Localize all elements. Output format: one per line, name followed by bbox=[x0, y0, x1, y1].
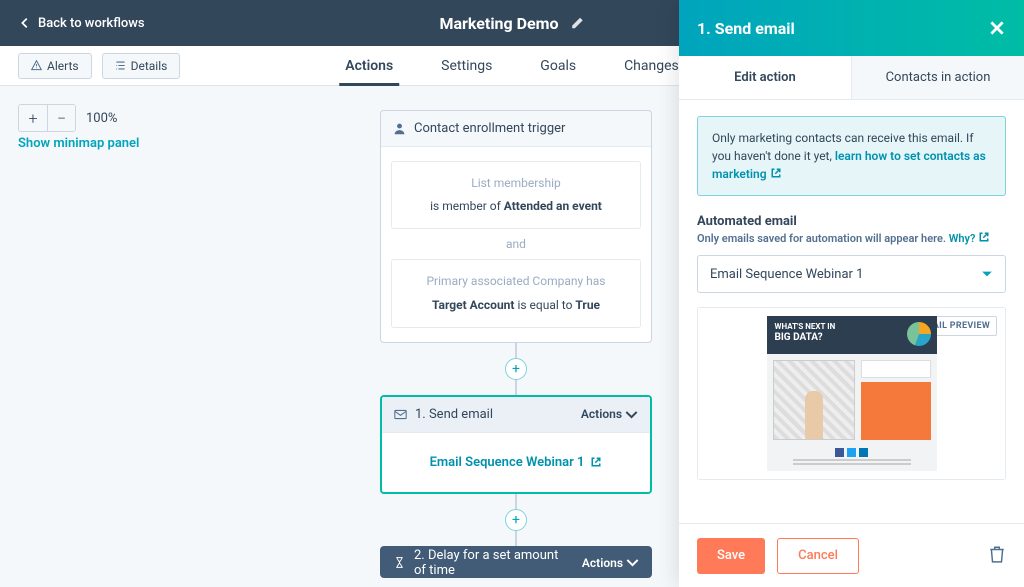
delete-action-button[interactable] bbox=[988, 545, 1006, 567]
step-1-body[interactable]: Email Sequence Webinar 1 bbox=[382, 433, 650, 492]
preview-hero-image bbox=[773, 360, 855, 440]
preview-cta-block bbox=[861, 382, 931, 440]
automated-email-help: Only emails saved for automation will ap… bbox=[697, 231, 1006, 245]
step-1-send-email-card[interactable]: 1. Send email Actions Email Sequence Web… bbox=[380, 395, 652, 494]
trigger-card-head: Contact enrollment trigger bbox=[381, 111, 651, 147]
tab-settings[interactable]: Settings bbox=[441, 46, 492, 85]
alerts-button[interactable]: Alerts bbox=[18, 53, 92, 79]
main-tabs: Actions Settings Goals Changes bbox=[345, 46, 679, 85]
external-link-icon bbox=[590, 456, 602, 468]
chevron-down-icon bbox=[981, 268, 993, 280]
email-select[interactable]: Email Sequence Webinar 1 bbox=[697, 255, 1006, 293]
header-title-wrap: Marketing Demo bbox=[439, 14, 584, 33]
preview-social-icons bbox=[773, 448, 931, 457]
show-minimap-link[interactable]: Show minimap panel bbox=[18, 136, 139, 151]
criterion-2[interactable]: Primary associated Company has Target Ac… bbox=[391, 259, 641, 327]
zoom-in-button[interactable]: + bbox=[19, 105, 47, 131]
back-to-workflows-link[interactable]: Back to workflows bbox=[18, 16, 145, 31]
trash-icon bbox=[988, 545, 1006, 563]
enrollment-trigger-card[interactable]: Contact enrollment trigger List membersh… bbox=[380, 110, 652, 343]
chevron-down-icon bbox=[625, 408, 638, 421]
panel-header: 1. Send email bbox=[679, 0, 1024, 56]
panel-body: Only marketing contacts can receive this… bbox=[679, 100, 1024, 523]
tab-goals[interactable]: Goals bbox=[540, 46, 576, 85]
flow-column: Contact enrollment trigger List membersh… bbox=[380, 110, 652, 578]
trigger-body: List membership is member of Attended an… bbox=[381, 147, 651, 342]
back-label: Back to workflows bbox=[38, 16, 145, 31]
step-1-email-link: Email Sequence Webinar 1 bbox=[430, 455, 585, 470]
zoom-level: 100% bbox=[86, 111, 117, 126]
zoom-controls: + − 100% bbox=[18, 104, 117, 132]
zoom-out-button[interactable]: − bbox=[47, 105, 75, 131]
step-2-delay-card[interactable]: 2. Delay for a set amount of time Action… bbox=[380, 546, 652, 578]
pie-chart-icon bbox=[907, 322, 931, 346]
step-1-title: 1. Send email bbox=[415, 407, 493, 422]
tab-actions[interactable]: Actions bbox=[345, 46, 393, 85]
criterion-1[interactable]: List membership is member of Attended an… bbox=[391, 161, 641, 229]
panel-tab-contacts-in-action[interactable]: Contacts in action bbox=[851, 56, 1024, 99]
workflow-title: Marketing Demo bbox=[439, 14, 558, 33]
hourglass-icon bbox=[393, 556, 406, 569]
email-icon bbox=[394, 408, 407, 421]
side-panel: 1. Send email Edit action Contacts in ac… bbox=[679, 0, 1024, 587]
tab-changes[interactable]: Changes bbox=[624, 46, 679, 85]
step-2-actions-dropdown[interactable]: Actions bbox=[582, 556, 639, 570]
step-2-head: 2. Delay for a set amount of time Action… bbox=[381, 547, 651, 578]
step-1-head: 1. Send email Actions bbox=[382, 397, 650, 433]
email-preview-container: EMAIL PREVIEW WHAT'S NEXT INBIG DATA? bbox=[697, 307, 1006, 480]
panel-title: 1. Send email bbox=[697, 19, 795, 38]
automated-email-label: Automated email bbox=[697, 214, 1006, 229]
subbar-left: Alerts Details bbox=[18, 53, 180, 79]
marketing-contacts-notice: Only marketing contacts can receive this… bbox=[697, 116, 1006, 196]
zoom-button-group: + − bbox=[18, 104, 76, 132]
close-icon[interactable] bbox=[988, 19, 1006, 37]
details-icon bbox=[115, 60, 126, 71]
preview-text-block bbox=[861, 360, 931, 378]
email-select-value: Email Sequence Webinar 1 bbox=[710, 267, 863, 282]
step-1-actions-dropdown[interactable]: Actions bbox=[581, 407, 638, 421]
add-step-button[interactable]: + bbox=[505, 358, 527, 380]
chevron-down-icon bbox=[626, 556, 639, 569]
external-link-icon bbox=[978, 231, 990, 243]
save-button[interactable]: Save bbox=[697, 538, 765, 574]
edit-title-icon[interactable] bbox=[571, 16, 585, 30]
criterion-1-label: List membership bbox=[402, 174, 630, 193]
details-button[interactable]: Details bbox=[102, 53, 181, 79]
criteria-join: and bbox=[391, 229, 641, 259]
chevron-left-icon bbox=[18, 16, 32, 30]
contact-icon bbox=[393, 122, 406, 135]
connector-line bbox=[515, 379, 517, 395]
connector-line bbox=[515, 343, 517, 359]
cancel-button[interactable]: Cancel bbox=[777, 538, 859, 574]
trigger-title: Contact enrollment trigger bbox=[414, 121, 565, 136]
email-preview-thumbnail[interactable]: WHAT'S NEXT INBIG DATA? bbox=[767, 316, 937, 471]
criterion-2-text: Target Account is equal to True bbox=[402, 296, 630, 315]
step-2-title: 2. Delay for a set amount of time bbox=[414, 548, 566, 578]
why-link[interactable]: Why? bbox=[949, 232, 990, 245]
add-step-button[interactable]: + bbox=[505, 509, 527, 531]
connector-line bbox=[515, 530, 517, 546]
external-link-icon bbox=[770, 167, 782, 179]
criterion-2-label: Primary associated Company has bbox=[402, 272, 630, 291]
panel-tabs: Edit action Contacts in action bbox=[679, 56, 1024, 100]
panel-tab-edit-action[interactable]: Edit action bbox=[679, 56, 851, 99]
criterion-1-text: is member of Attended an event bbox=[402, 197, 630, 216]
panel-footer: Save Cancel bbox=[679, 523, 1024, 587]
alert-icon bbox=[31, 60, 42, 71]
connector-line bbox=[515, 494, 517, 510]
